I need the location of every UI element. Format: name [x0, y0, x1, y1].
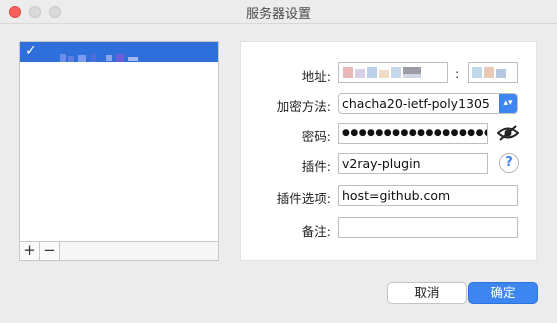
plugin-label: 插件:	[301, 159, 331, 174]
port-separator: :	[455, 66, 460, 81]
server-form-panel: 地址: : 加密方法: chacha20-ietf-poly1305 ▴▾ 密码…	[240, 41, 537, 261]
address-label: 地址:	[301, 69, 331, 84]
encryption-label: 加密方法:	[276, 99, 331, 114]
title-bar: 服务器设置	[0, 0, 557, 24]
chevron-updown-icon: ▴▾	[499, 94, 517, 113]
password-input[interactable]: ●●●●●●●●●●●●●●●●●●●●	[338, 123, 488, 144]
checkmark-icon: ✓	[25, 43, 37, 59]
password-label: 密码:	[301, 129, 331, 144]
add-server-button[interactable]: +	[20, 242, 40, 260]
plugin-options-input[interactable]: host=github.com	[338, 185, 518, 206]
server-list-item[interactable]: ✓	[20, 42, 218, 62]
remarks-input[interactable]	[338, 217, 518, 238]
plugin-help-button[interactable]: ?	[499, 153, 519, 173]
cancel-button[interactable]: 取消	[387, 282, 467, 304]
encryption-value: chacha20-ietf-poly1305	[342, 96, 490, 111]
server-list[interactable]: ✓	[19, 41, 219, 242]
redacted-mosaic-icon	[472, 67, 506, 78]
show-password-eye-icon[interactable]	[496, 124, 520, 146]
address-input[interactable]	[338, 62, 448, 83]
plugin-options-label: 插件选项:	[276, 191, 331, 206]
redacted-mosaic-icon	[343, 67, 421, 78]
encryption-select[interactable]: chacha20-ietf-poly1305 ▴▾	[338, 93, 518, 114]
redacted-server-name	[60, 47, 140, 62]
server-list-toolbar: + −	[19, 242, 219, 261]
ok-button[interactable]: 确定	[468, 282, 538, 304]
window-title: 服务器设置	[245, 7, 311, 22]
plugin-input[interactable]: v2ray-plugin	[338, 153, 488, 174]
redacted-mosaic-icon	[60, 54, 138, 62]
remarks-label: 备注:	[301, 224, 331, 239]
remove-server-button[interactable]: −	[40, 242, 60, 260]
port-input[interactable]	[468, 62, 518, 83]
